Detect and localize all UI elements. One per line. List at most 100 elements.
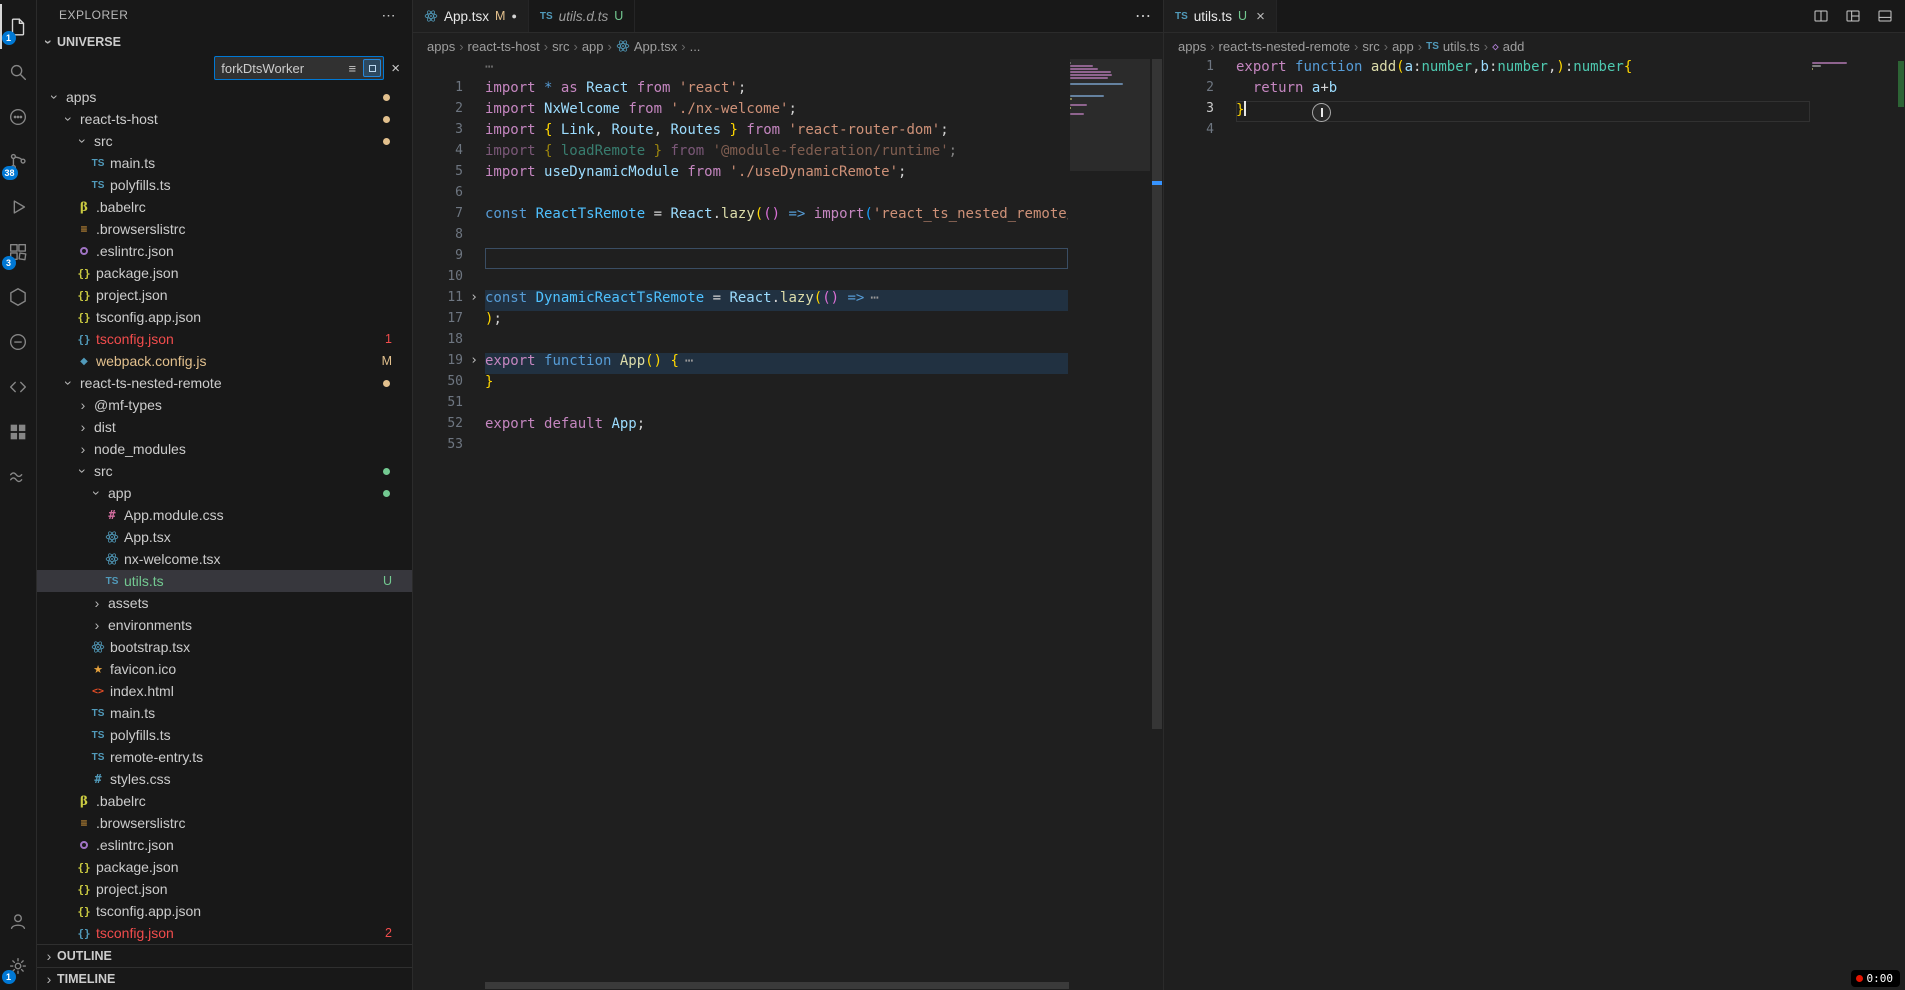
folder-item-src[interactable]: ›src [37, 460, 412, 482]
search-icon[interactable] [0, 49, 37, 94]
file-item-polyfills.ts[interactable]: TSpolyfills.ts [37, 724, 412, 746]
breadcrumb-item-react-ts-nested-remote[interactable]: react-ts-nested-remote [1219, 39, 1351, 54]
minimap-1[interactable] [1070, 61, 1150, 118]
file-item-remote-entry.ts[interactable]: TSremote-entry.ts [37, 746, 412, 768]
folder-item-react-ts-nested-remote[interactable]: ›react-ts-nested-remote [37, 372, 412, 394]
file-item-package.json[interactable]: {}package.json [37, 856, 412, 878]
file-item-nx-welcome.tsx[interactable]: nx-welcome.tsx [37, 548, 412, 570]
settings-icon[interactable]: 1 [0, 943, 37, 988]
breadcrumb-item-app[interactable]: app [1392, 39, 1414, 54]
code-editor-1[interactable]: ⋯1import * as React from 'react';2import… [413, 59, 1163, 990]
folder-item-assets[interactable]: ›assets [37, 592, 412, 614]
folder-item-src[interactable]: ›src [37, 130, 412, 152]
split-editor-icon[interactable] [1813, 8, 1829, 24]
section-outline[interactable]: ›OUTLINE [37, 944, 412, 967]
file-item-.babelrc[interactable]: β.babelrc [37, 196, 412, 218]
breadcrumb-item-app[interactable]: app [582, 39, 604, 54]
code-line[interactable]: 9 [413, 248, 1068, 269]
code-line[interactable]: 8 [413, 227, 1068, 248]
flow-icon[interactable] [0, 454, 37, 499]
extensions-icon[interactable]: 3 [0, 229, 37, 274]
file-item-package.json[interactable]: {}package.json [37, 262, 412, 284]
file-item-tsconfig.json[interactable]: {}tsconfig.json2 [37, 922, 412, 944]
panel-layout-icon[interactable] [1877, 8, 1893, 24]
fuzzy-match-button[interactable] [363, 59, 381, 77]
code-line[interactable]: 1export function add(a:number,b:number,)… [1164, 59, 1810, 80]
file-item-tsconfig.json[interactable]: {}tsconfig.json1 [37, 328, 412, 350]
code-line[interactable]: 10 [413, 269, 1068, 290]
code-tools-icon[interactable] [0, 364, 37, 409]
folded-code-dots[interactable]: ⋯ [870, 290, 878, 306]
file-item-tsconfig.app.json[interactable]: {}tsconfig.app.json [37, 900, 412, 922]
code-line[interactable]: 6 [413, 185, 1068, 206]
accounts-icon[interactable] [0, 898, 37, 943]
minimap-2[interactable] [1812, 61, 1892, 73]
hexagon-tool-icon[interactable] [0, 274, 37, 319]
folder-item-dist[interactable]: ›dist [37, 416, 412, 438]
more-actions-icon[interactable]: ⋯ [382, 7, 397, 24]
file-item-main.ts[interactable]: TSmain.ts [37, 152, 412, 174]
file-item-favicon.ico[interactable]: ★favicon.ico [37, 658, 412, 680]
file-item-main.ts[interactable]: TSmain.ts [37, 702, 412, 724]
section-timeline[interactable]: ›TIMELINE [37, 967, 412, 990]
file-item-styles.css[interactable]: #styles.css [37, 768, 412, 790]
file-item-.eslintrc.json[interactable]: .eslintrc.json [37, 240, 412, 262]
breadcrumb-item-src[interactable]: src [1362, 39, 1379, 54]
file-item-App.module.css[interactable]: #App.module.css [37, 504, 412, 526]
code-line[interactable]: 2import NxWelcome from './nx-welcome'; [413, 101, 1068, 122]
close-icon[interactable]: × [1256, 8, 1265, 25]
project-manager-icon[interactable] [0, 409, 37, 454]
vertical-scrollbar[interactable] [1152, 59, 1162, 729]
code-line[interactable]: 17); [413, 311, 1068, 332]
folded-code-dots[interactable]: ⋯ [685, 353, 693, 369]
code-line[interactable]: 52export default App; [413, 416, 1068, 437]
tab-App.tsx[interactable]: App.tsxM● [413, 0, 529, 32]
tab-utils.ts[interactable]: TSutils.tsU× [1164, 0, 1277, 32]
code-line[interactable]: 4 [1164, 122, 1810, 143]
code-line[interactable]: 18 [413, 332, 1068, 353]
breadcrumb-item-src[interactable]: src [552, 39, 569, 54]
filter-icon[interactable]: ≡ [344, 61, 360, 76]
breadcrumb-item-App.tsx[interactable]: App.tsx [616, 39, 677, 54]
breadcrumb-item-apps[interactable]: apps [427, 39, 455, 54]
source-control-icon[interactable]: 38 [0, 139, 37, 184]
horizontal-scrollbar[interactable] [485, 982, 1069, 989]
fold-chevron-icon[interactable]: › [463, 290, 485, 311]
file-item-utils.ts[interactable]: TSutils.tsU [37, 570, 412, 592]
folder-item-apps[interactable]: ›apps [37, 86, 412, 108]
code-line[interactable]: 5import useDynamicModule from './useDyna… [413, 164, 1068, 185]
folder-item-node_modules[interactable]: ›node_modules [37, 438, 412, 460]
file-item-index.html[interactable]: <>index.html [37, 680, 412, 702]
code-line[interactable]: 51 [413, 395, 1068, 416]
code-editor-2[interactable]: 1export function add(a:number,b:number,)… [1164, 59, 1905, 990]
code-line[interactable]: 3import { Link, Route, Routes } from 're… [413, 122, 1068, 143]
fold-chevron-icon[interactable]: › [463, 353, 485, 374]
file-item-project.json[interactable]: {}project.json [37, 284, 412, 306]
code-line[interactable]: 2 return a+b [1164, 80, 1810, 101]
more-actions-icon[interactable]: ⋯ [1135, 6, 1151, 26]
breadcrumb-item-apps[interactable]: apps [1178, 39, 1206, 54]
file-item-.browserslistrc[interactable]: ≡.browserslistrc [37, 812, 412, 834]
file-item-App.tsx[interactable]: App.tsx [37, 526, 412, 548]
tab-utils.d.ts[interactable]: TSutils.d.tsU [529, 0, 635, 32]
code-line[interactable]: 7const ReactTsRemote = React.lazy(() => … [413, 206, 1068, 227]
breadcrumb-item-react-ts-host[interactable]: react-ts-host [468, 39, 540, 54]
chat-icon[interactable] [0, 94, 37, 139]
run-debug-icon[interactable] [0, 184, 37, 229]
file-item-.babelrc[interactable]: β.babelrc [37, 790, 412, 812]
code-line[interactable]: 1import * as React from 'react'; [413, 80, 1068, 101]
code-line[interactable]: 4import { loadRemote } from '@module-fed… [413, 143, 1068, 164]
breadcrumb-item-...[interactable]: ... [690, 39, 701, 54]
breadcrumb-item-utils.ts[interactable]: TSutils.ts [1426, 39, 1480, 54]
code-line[interactable]: 19›export function App() {⋯ [413, 353, 1068, 374]
folder-item-@mf-types[interactable]: ›@mf-types [37, 394, 412, 416]
file-item-bootstrap.tsx[interactable]: bootstrap.tsx [37, 636, 412, 658]
code-line[interactable]: ⋯ [413, 59, 1068, 80]
explorer-icon[interactable]: 1 [0, 4, 37, 49]
code-line[interactable]: 3} [1164, 101, 1810, 122]
code-line[interactable]: 11›const DynamicReactTsRemote = React.la… [413, 290, 1068, 311]
file-item-project.json[interactable]: {}project.json [37, 878, 412, 900]
file-item-.browserslistrc[interactable]: ≡.browserslistrc [37, 218, 412, 240]
workspace-section-header[interactable]: › UNIVERSE [37, 30, 412, 54]
file-item-.eslintrc.json[interactable]: .eslintrc.json [37, 834, 412, 856]
